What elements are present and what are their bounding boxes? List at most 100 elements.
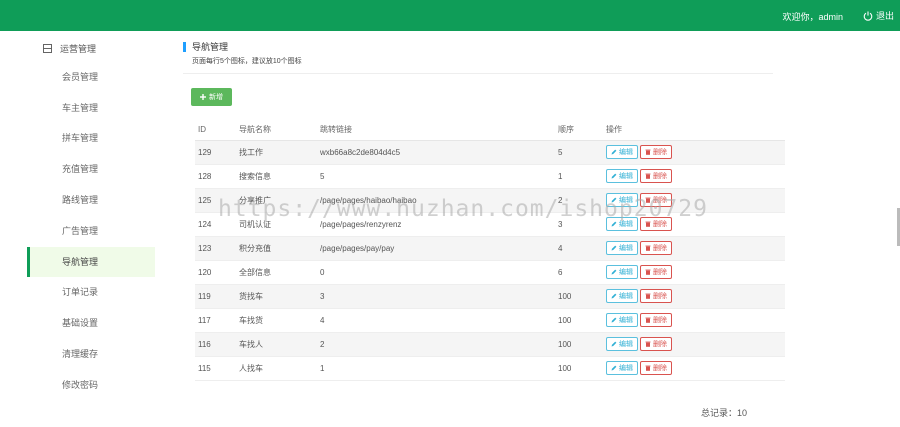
edit-button[interactable]: 编辑 bbox=[606, 217, 638, 231]
sidebar-group-operations[interactable]: 运营管理 bbox=[43, 41, 96, 55]
header-ops: 操作 bbox=[606, 119, 785, 141]
cell-id: 123 bbox=[195, 236, 239, 261]
trash-icon bbox=[645, 365, 651, 371]
sidebar-item-settings[interactable]: 基础设置 bbox=[27, 308, 155, 338]
cell-link: 5 bbox=[320, 164, 558, 189]
table-row: 123 积分充值/page/pages/pay/pay 4 编辑 删除 bbox=[195, 236, 785, 261]
edit-button[interactable]: 编辑 bbox=[606, 337, 638, 351]
sidebar-item-clear-cache[interactable]: 清理缓存 bbox=[27, 339, 155, 369]
header-order: 顺序 bbox=[558, 119, 606, 141]
cell-name: 货找车 bbox=[239, 284, 320, 309]
cell-id: 119 bbox=[195, 284, 239, 309]
edit-label: 编辑 bbox=[619, 293, 633, 300]
sidebar-item-orders[interactable]: 订单记录 bbox=[27, 277, 155, 307]
cell-link: /page/pages/haibao/haibao bbox=[320, 188, 558, 213]
delete-button[interactable]: 删除 bbox=[640, 217, 672, 231]
edit-button[interactable]: 编辑 bbox=[606, 289, 638, 303]
trash-icon bbox=[645, 197, 651, 203]
edit-button[interactable]: 编辑 bbox=[606, 193, 638, 207]
delete-label: 删除 bbox=[653, 149, 667, 156]
delete-button[interactable]: 删除 bbox=[640, 193, 672, 207]
delete-label: 删除 bbox=[653, 245, 667, 252]
edit-button[interactable]: 编辑 bbox=[606, 361, 638, 375]
edit-button[interactable]: 编辑 bbox=[606, 313, 638, 327]
sidebar-item-routes[interactable]: 路线管理 bbox=[27, 185, 155, 215]
delete-button[interactable]: 删除 bbox=[640, 313, 672, 327]
edit-button[interactable]: 编辑 bbox=[606, 241, 638, 255]
cell-link: 4 bbox=[320, 308, 558, 333]
add-button-label: 新增 bbox=[209, 94, 223, 101]
edit-label: 编辑 bbox=[619, 245, 633, 252]
cell-name: 车找货 bbox=[239, 308, 320, 333]
table-row: 129 找工作 wxb66a8c2de804d4c5 5 编辑 删除 bbox=[195, 140, 785, 165]
delete-button[interactable]: 删除 bbox=[640, 169, 672, 183]
edit-icon bbox=[611, 197, 617, 203]
cell-order: 4 bbox=[558, 236, 606, 261]
header-id: ID bbox=[195, 119, 239, 141]
menu-box-icon bbox=[43, 43, 52, 53]
cell-order: 100 bbox=[558, 308, 606, 333]
cell-ops: 编辑 删除 bbox=[606, 212, 785, 237]
logout-label: 退出 bbox=[875, 11, 894, 21]
cell-name: 人找车 bbox=[239, 356, 320, 381]
power-icon bbox=[863, 11, 873, 21]
delete-label: 删除 bbox=[653, 317, 667, 324]
edit-icon bbox=[611, 221, 617, 227]
sidebar-item-navigation[interactable]: 导航管理 bbox=[27, 247, 155, 277]
edit-icon bbox=[611, 365, 617, 371]
cell-id: 120 bbox=[195, 260, 239, 285]
edit-button[interactable]: 编辑 bbox=[606, 169, 638, 183]
delete-button[interactable]: 删除 bbox=[640, 289, 672, 303]
cell-name: 车找人 bbox=[239, 332, 320, 357]
cell-id: 128 bbox=[195, 164, 239, 189]
cell-ops: 编辑 删除 bbox=[606, 308, 785, 333]
trash-icon bbox=[645, 341, 651, 347]
header-name: 导航名称 bbox=[239, 119, 320, 141]
cell-order: 2 bbox=[558, 188, 606, 213]
delete-button[interactable]: 删除 bbox=[640, 265, 672, 279]
header-link: 跳转链接 bbox=[320, 119, 558, 141]
edit-button[interactable]: 编辑 bbox=[606, 145, 638, 159]
navigation-table: ID 导航名称 跳转链接 顺序 操作 129 找工作 wxb66a8c2de804d… bbox=[195, 119, 785, 381]
delete-button[interactable]: 删除 bbox=[640, 361, 672, 375]
logout-button[interactable]: 退出 bbox=[863, 9, 894, 22]
plus-icon bbox=[200, 94, 206, 100]
edit-button[interactable]: 编辑 bbox=[606, 265, 638, 279]
delete-button[interactable]: 删除 bbox=[640, 145, 672, 159]
cell-id: 124 bbox=[195, 212, 239, 237]
delete-label: 删除 bbox=[653, 221, 667, 228]
cell-ops: 编辑 删除 bbox=[606, 332, 785, 357]
table-row: 116 车找人 2 100 编辑 删除 bbox=[195, 332, 785, 357]
page-title: 导航管理 bbox=[183, 42, 228, 52]
edit-label: 编辑 bbox=[619, 269, 633, 276]
total-records: 总记录：10 bbox=[701, 408, 748, 418]
cell-id: 116 bbox=[195, 332, 239, 357]
cell-ops: 编辑 删除 bbox=[606, 236, 785, 261]
edit-label: 编辑 bbox=[619, 365, 633, 372]
cell-link: /page/pages/renzyrenz bbox=[320, 212, 558, 237]
table-row: 120 全部信息 0 6 编辑 删除 bbox=[195, 260, 785, 285]
sidebar-group-label: 运营管理 bbox=[60, 43, 97, 54]
delete-label: 删除 bbox=[653, 365, 667, 372]
table-row: 124 司机认证/page/pages/renzyrenz 3 编辑 删除 bbox=[195, 212, 785, 237]
edit-label: 编辑 bbox=[619, 341, 633, 348]
cell-order: 6 bbox=[558, 260, 606, 285]
sidebar-item-members[interactable]: 会员管理 bbox=[27, 62, 155, 92]
edit-label: 编辑 bbox=[619, 149, 633, 156]
cell-link: 1 bbox=[320, 356, 558, 381]
delete-button[interactable]: 删除 bbox=[640, 241, 672, 255]
cell-name: 全部信息 bbox=[239, 260, 320, 285]
trash-icon bbox=[645, 293, 651, 299]
sidebar-item-recharge[interactable]: 充值管理 bbox=[27, 154, 155, 184]
sidebar-item-change-password[interactable]: 修改密码 bbox=[27, 370, 155, 400]
delete-button[interactable]: 删除 bbox=[640, 337, 672, 351]
delete-label: 删除 bbox=[653, 173, 667, 180]
sidebar: 运营管理 会员管理 车主管理 拼车管理 充值管理 路线管理 广告管理 导航管理 … bbox=[27, 31, 155, 427]
table-row: 119 货找车 3 100 编辑 删除 bbox=[195, 284, 785, 309]
cell-order: 3 bbox=[558, 212, 606, 237]
add-button[interactable]: 新增 bbox=[191, 88, 232, 106]
sidebar-item-owners[interactable]: 车主管理 bbox=[27, 93, 155, 123]
sidebar-item-carpool[interactable]: 拼车管理 bbox=[27, 123, 155, 153]
sidebar-item-ads[interactable]: 广告管理 bbox=[27, 216, 155, 246]
cell-name: 搜索信息 bbox=[239, 164, 320, 189]
